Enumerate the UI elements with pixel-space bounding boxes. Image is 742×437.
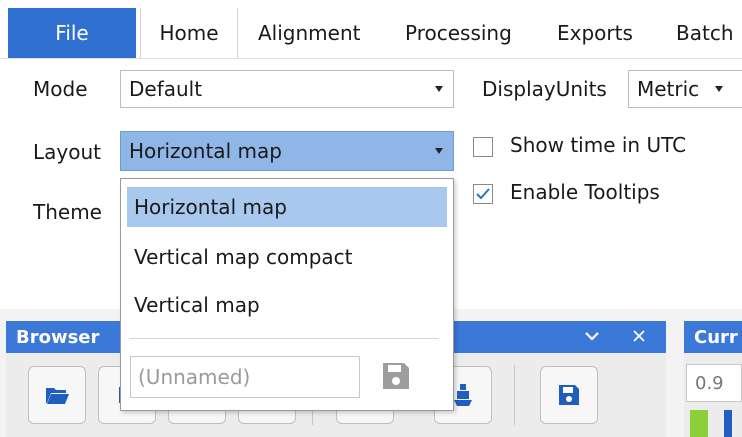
tooltips-checkbox[interactable] bbox=[473, 184, 493, 204]
file-tab[interactable]: File bbox=[8, 8, 136, 58]
save-disabled-icon bbox=[383, 363, 409, 389]
theme-label: Theme bbox=[33, 200, 102, 224]
mode-select-value: Default bbox=[129, 77, 203, 101]
curr-value-field[interactable]: 0.9 bbox=[686, 364, 742, 402]
show-utc-label: Show time in UTC bbox=[510, 133, 687, 157]
display-units-value: Metric bbox=[637, 77, 700, 101]
chevron-down-icon bbox=[435, 148, 443, 154]
tab-exports[interactable]: Exports bbox=[557, 8, 633, 58]
open-folder-button[interactable] bbox=[28, 366, 86, 424]
layout-name-input[interactable]: (Unnamed) bbox=[130, 356, 360, 398]
save-button[interactable] bbox=[540, 366, 598, 424]
layout-option-vertical-map[interactable]: Vertical map bbox=[127, 285, 447, 325]
tab-home[interactable]: Home bbox=[140, 8, 238, 58]
vessel-icon bbox=[454, 384, 472, 406]
display-units-select[interactable]: Metric bbox=[628, 70, 742, 108]
layout-label: Layout bbox=[33, 140, 101, 164]
ribbon: File Home Alignment Processing Exports B… bbox=[0, 0, 742, 58]
tab-batch[interactable]: Batch bbox=[676, 8, 734, 58]
browser-panel-title: Browser bbox=[16, 326, 100, 348]
tab-processing[interactable]: Processing bbox=[405, 8, 512, 58]
dropdown-divider bbox=[129, 338, 439, 339]
curr-indicator bbox=[724, 410, 732, 437]
mode-select[interactable]: Default bbox=[120, 70, 454, 108]
mode-label: Mode bbox=[33, 77, 88, 101]
chevron-down-icon bbox=[435, 86, 443, 92]
save-layout-button[interactable] bbox=[381, 361, 411, 396]
display-units-label: DisplayUnits bbox=[482, 77, 607, 101]
save-icon bbox=[559, 385, 579, 405]
curr-panel-title: Curr bbox=[694, 326, 738, 348]
curr-panel-header: Curr bbox=[684, 321, 742, 353]
chevron-down-icon bbox=[715, 86, 723, 92]
layout-select[interactable]: Horizontal map bbox=[120, 131, 454, 171]
layout-select-value: Horizontal map bbox=[129, 139, 282, 163]
color-swatch bbox=[690, 410, 708, 437]
folder-open-icon bbox=[46, 388, 69, 404]
layout-option-horizontal-map[interactable]: Horizontal map bbox=[127, 187, 447, 227]
toolbar-separator bbox=[514, 365, 515, 425]
tab-alignment[interactable]: Alignment bbox=[258, 8, 360, 58]
chevron-down-icon[interactable] bbox=[584, 330, 600, 342]
layout-dropdown-list: Horizontal map Vertical map compact Vert… bbox=[120, 178, 454, 411]
checkmark-icon bbox=[476, 188, 490, 200]
close-icon[interactable] bbox=[632, 329, 646, 343]
layout-option-vertical-map-compact[interactable]: Vertical map compact bbox=[127, 237, 447, 277]
tooltips-label: Enable Tooltips bbox=[510, 180, 660, 204]
show-utc-checkbox[interactable] bbox=[473, 137, 493, 157]
